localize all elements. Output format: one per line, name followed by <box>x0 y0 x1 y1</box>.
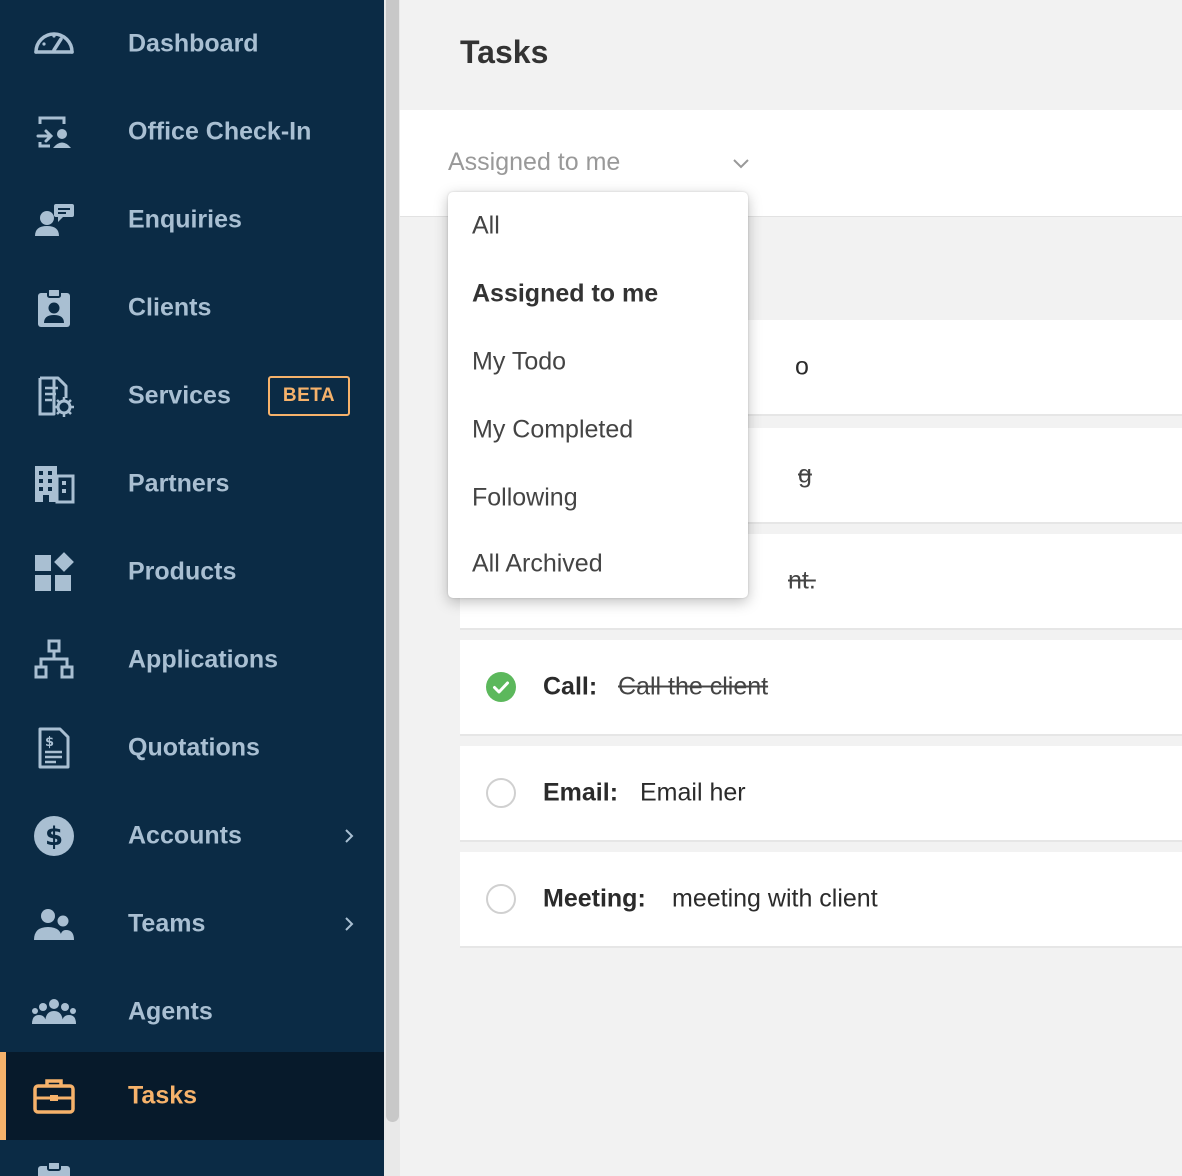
task-description: meeting with client <box>672 884 878 913</box>
sidebar-item-office-check-in[interactable]: Office Check-In <box>0 88 384 176</box>
quotation-document-icon: $ <box>30 724 78 772</box>
dropdown-option-assigned-to-me[interactable]: Assigned to me <box>448 264 748 324</box>
sidebar: Dashboard Office Check-In Enquiries Clie… <box>0 0 384 1176</box>
sidebar-item-accounts[interactable]: $ Accounts <box>0 792 384 880</box>
sidebar-item-partners[interactable]: Partners <box>0 440 384 528</box>
briefcase-icon <box>30 1160 78 1176</box>
sidebar-item-applications[interactable]: Applications <box>0 616 384 704</box>
sidebar-item-label: Services <box>128 381 231 410</box>
sidebar-item-enquiries[interactable]: Enquiries <box>0 176 384 264</box>
gauge-icon <box>30 20 78 68</box>
sidebar-item-tasks[interactable]: Tasks <box>0 1052 384 1140</box>
flow-chart-icon <box>30 636 78 684</box>
task-card[interactable]: Email: Email her <box>460 746 1182 842</box>
sidebar-item-services[interactable]: Services BETA <box>0 352 384 440</box>
sidebar-item-teams[interactable]: Teams <box>0 880 384 968</box>
sidebar-item-label: Accounts <box>128 821 242 850</box>
sidebar-item-label: Products <box>128 557 237 586</box>
sidebar-item-label: Agents <box>128 997 213 1026</box>
building-icon <box>30 460 78 508</box>
sidebar-item-label: Dashboard <box>128 29 259 58</box>
checkbox-circle-icon[interactable] <box>486 884 516 914</box>
sidebar-item-dashboard[interactable]: Dashboard <box>0 0 384 88</box>
chevron-down-icon[interactable] <box>732 154 750 172</box>
task-description: g <box>798 460 812 489</box>
task-description: o <box>795 352 809 381</box>
task-type: Meeting: <box>543 884 646 913</box>
sidebar-item-quotations[interactable]: $ Quotations <box>0 704 384 792</box>
sidebar-item-products[interactable]: Products <box>0 528 384 616</box>
client-badge-icon <box>30 284 78 332</box>
agents-group-icon <box>30 988 78 1036</box>
check-in-icon <box>30 108 78 156</box>
chevron-right-icon <box>345 829 354 843</box>
dropdown-option-all[interactable]: All <box>448 196 748 256</box>
task-type: Email: <box>543 778 619 807</box>
task-type: Call: <box>543 672 598 701</box>
dropdown-option-all-archived[interactable]: All Archived <box>448 534 748 594</box>
svg-text:$: $ <box>45 822 63 852</box>
task-card[interactable]: Call: Call the client <box>460 640 1182 736</box>
beta-badge: BETA <box>268 376 350 416</box>
team-icon <box>30 900 78 948</box>
sidebar-item-clients[interactable]: Clients <box>0 264 384 352</box>
task-description: Call the client <box>618 672 769 701</box>
sidebar-item-label: Teams <box>128 909 206 938</box>
page-title: Tasks <box>460 34 549 70</box>
sidebar-item-label: Clients <box>128 293 212 322</box>
chevron-right-icon <box>345 917 354 931</box>
sidebar-item-label: Partners <box>128 469 230 498</box>
sidebar-item-label: Tasks <box>128 1081 198 1110</box>
sidebar-item-next[interactable] <box>0 1140 384 1176</box>
checkbox-circle-icon[interactable] <box>486 778 516 808</box>
sidebar-item-agents[interactable]: Agents <box>0 968 384 1056</box>
svg-text:$: $ <box>45 735 54 750</box>
dropdown-option-following[interactable]: Following <box>448 468 748 528</box>
products-grid-icon <box>30 548 78 596</box>
task-filter-value: Assigned to me <box>448 148 621 176</box>
enquiry-icon <box>30 196 78 244</box>
dropdown-option-my-todo[interactable]: My Todo <box>448 332 748 392</box>
task-filter-dropdown: All Assigned to me My Todo My Completed … <box>448 192 748 598</box>
sidebar-item-label: Office Check-In <box>128 117 312 146</box>
scrollbar-thumb[interactable] <box>386 0 399 1122</box>
sidebar-item-label: Quotations <box>128 733 260 762</box>
service-document-gear-icon <box>30 372 78 420</box>
dollar-circle-icon: $ <box>30 812 78 860</box>
task-filter-select[interactable]: Assigned to me <box>448 148 750 180</box>
dropdown-option-my-completed[interactable]: My Completed <box>448 400 748 460</box>
briefcase-icon <box>30 1072 78 1120</box>
task-description: nt. <box>788 566 816 595</box>
task-description: Email her <box>640 778 746 807</box>
task-card[interactable]: Meeting: meeting with client <box>460 852 1182 948</box>
sidebar-item-label: Enquiries <box>128 205 242 234</box>
sidebar-item-label: Applications <box>128 645 279 674</box>
checkmark-done-icon[interactable] <box>486 672 516 702</box>
